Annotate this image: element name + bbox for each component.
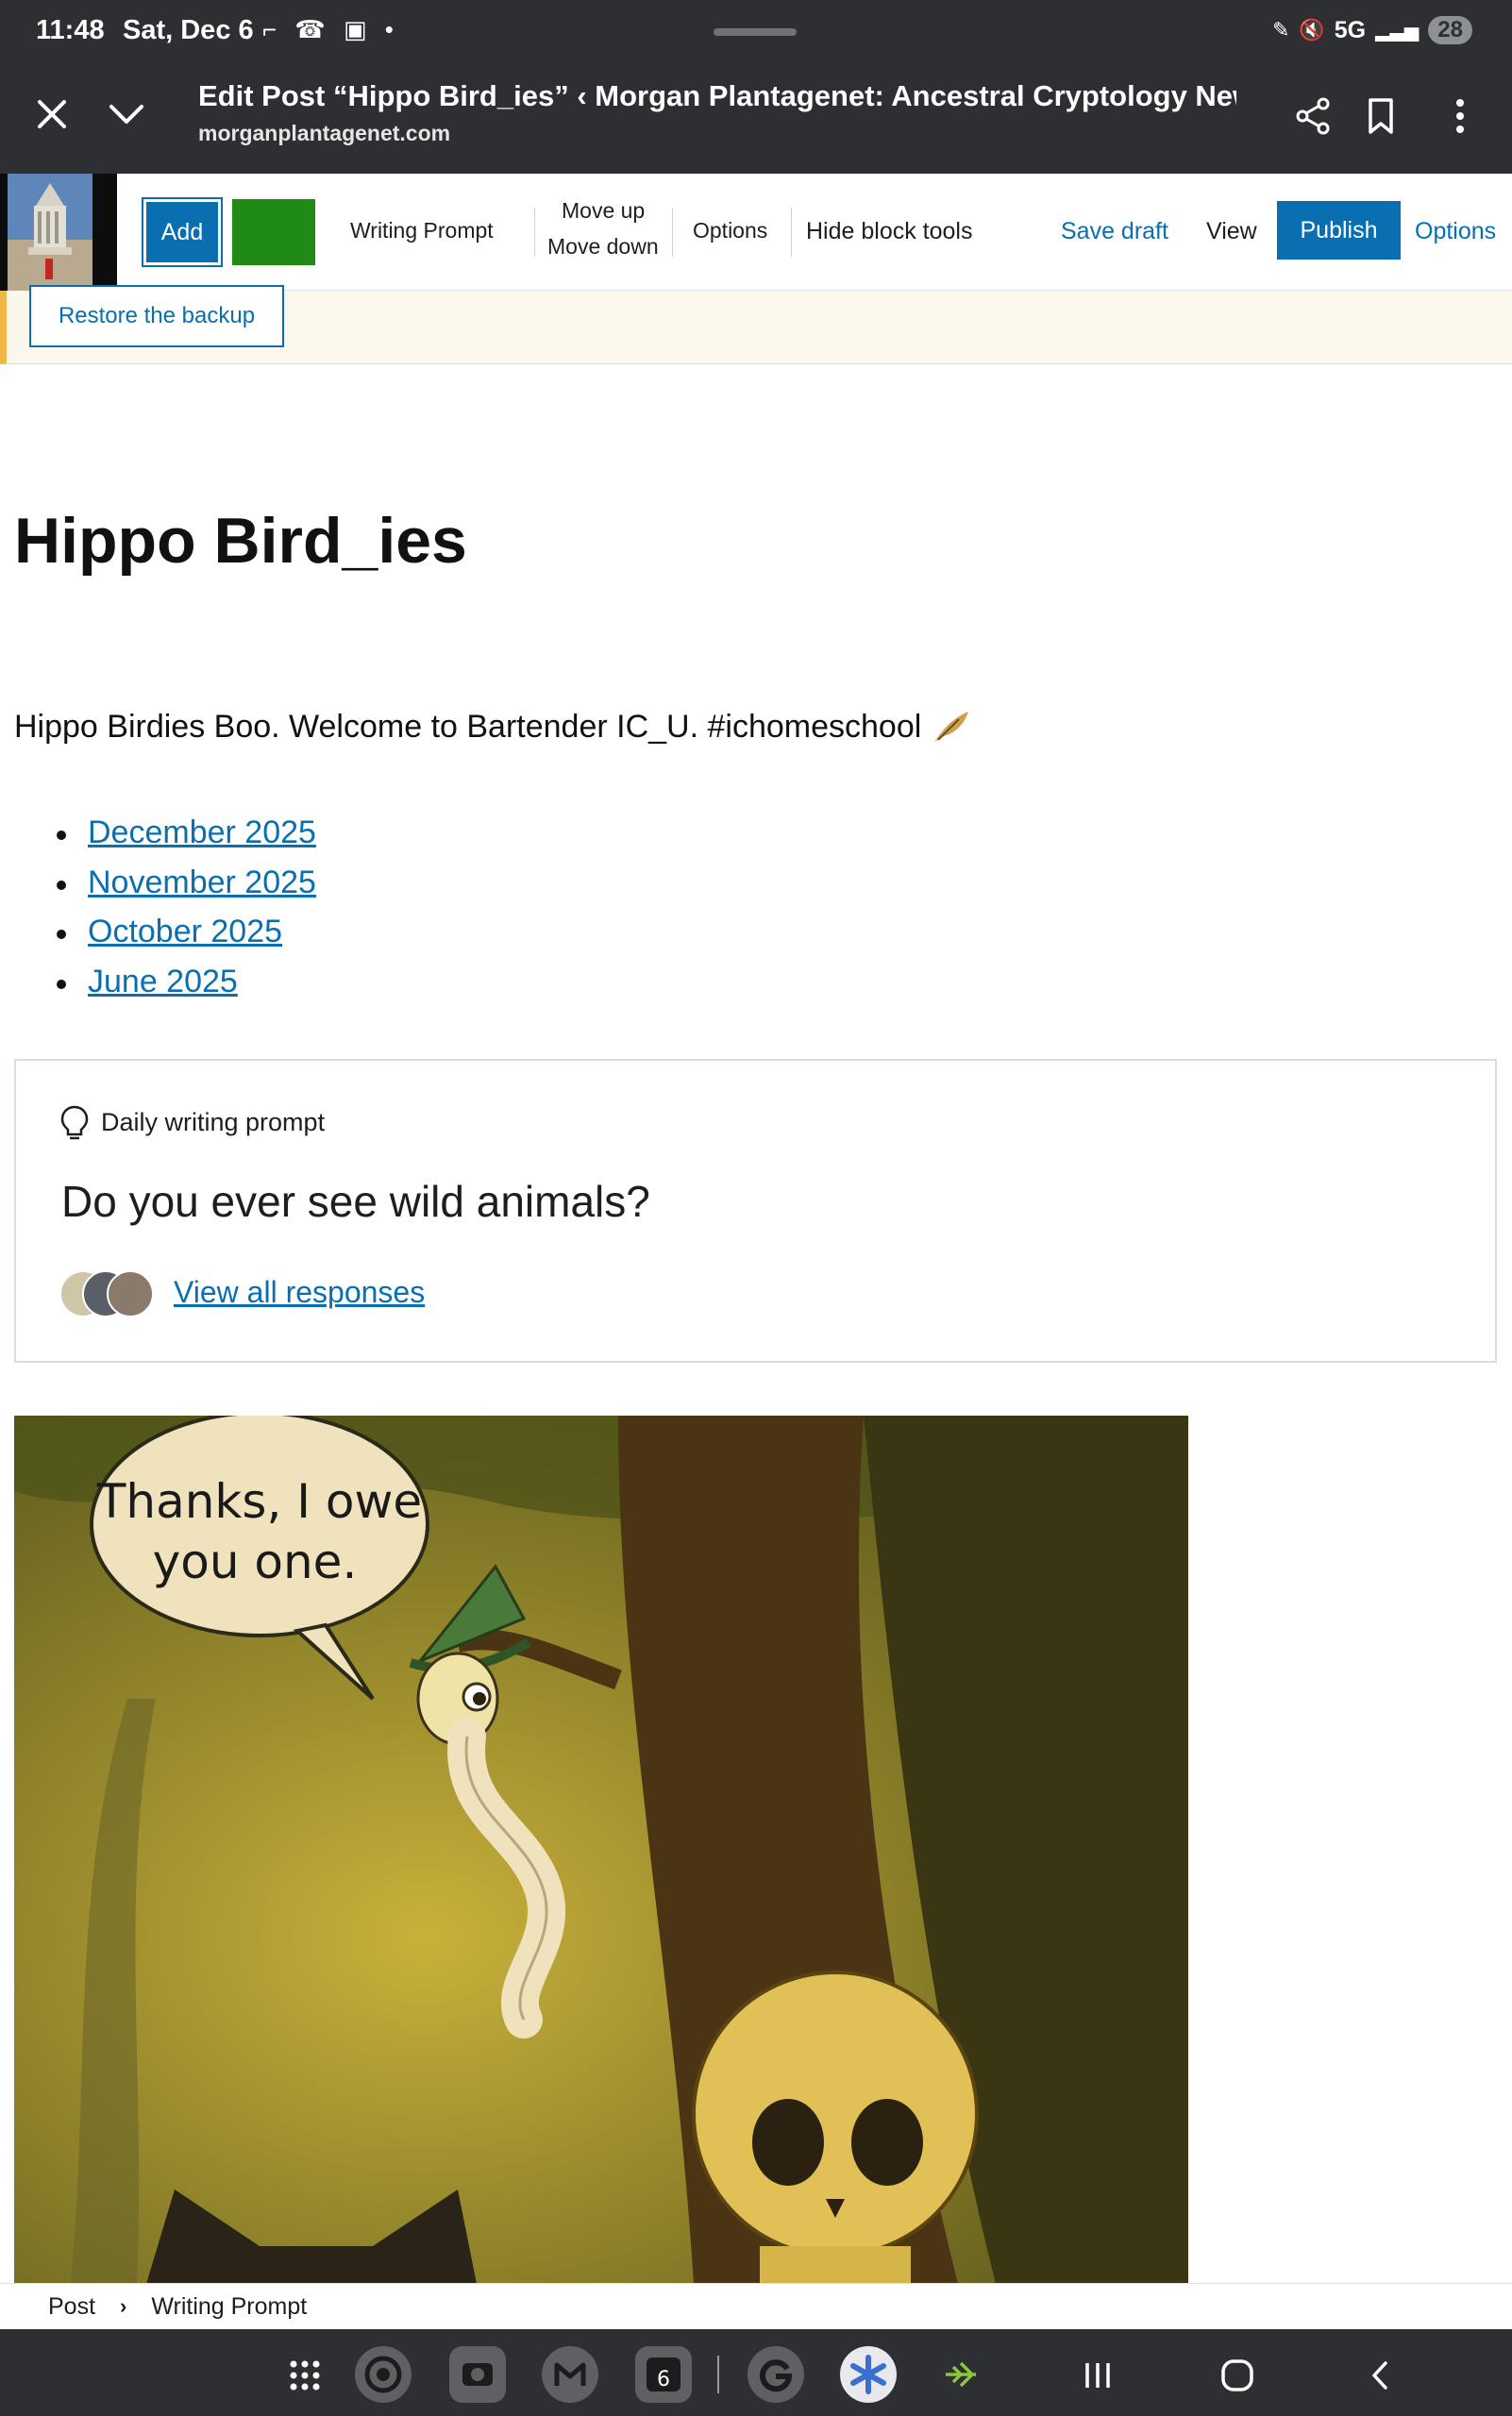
speech-text-line1: Thanks, I owe — [96, 1474, 422, 1529]
backup-notice: Restore the backup — [0, 285, 1512, 364]
list-item: June 2025 — [57, 957, 316, 1007]
save-draft-button[interactable]: Save draft — [1061, 218, 1168, 245]
drag-handle[interactable] — [714, 28, 797, 36]
mute-icon: 🔇 — [1299, 18, 1325, 42]
google-app-icon[interactable] — [748, 2346, 804, 2403]
archive-link[interactable]: December 2025 — [88, 814, 316, 850]
toolbar-divider — [534, 208, 535, 257]
system-nav-bar: 6 — [0, 2329, 1512, 2416]
page-url: morganplantagenet.com — [198, 121, 451, 145]
status-time: 11:48 — [36, 15, 105, 45]
status-right-icons: ✎ 🔇 5G ▂▃▅ 28 — [1272, 16, 1472, 44]
svg-text:6: 6 — [657, 2368, 670, 2391]
site-icon[interactable] — [0, 174, 117, 291]
camera-app-icon[interactable] — [449, 2346, 506, 2403]
bookmark-icon[interactable] — [1357, 92, 1404, 140]
lightbulb-icon — [60, 1105, 89, 1140]
prompt-question: Do you ever see wild animals? — [61, 1177, 650, 1226]
list-item: October 2025 — [57, 907, 316, 957]
share-icon[interactable] — [1289, 92, 1336, 140]
signal-icon: ▂▃▅ — [1375, 20, 1420, 42]
block-breadcrumb: Post › Writing Prompt — [0, 2283, 1512, 2329]
pen-icon: ✎ — [1271, 18, 1290, 42]
writing-prompt-block[interactable]: Daily writing prompt Do you ever see wil… — [14, 1059, 1497, 1363]
back-icon[interactable] — [1357, 2352, 1404, 2399]
browser-header: Edit Post “Hippo Bird_ies” ‹ Morgan Plan… — [0, 66, 1512, 174]
chrome-app-icon[interactable] — [355, 2346, 412, 2403]
feather-icon — [934, 712, 969, 742]
breadcrumb-item-post[interactable]: Post — [48, 2293, 95, 2321]
post-title[interactable]: Hippo Bird_ies — [14, 504, 467, 578]
publish-button[interactable]: Publish — [1277, 201, 1401, 260]
plant-app-icon[interactable] — [932, 2346, 989, 2403]
add-block-button[interactable]: Add — [142, 197, 223, 267]
speech-text-line2: you one. — [153, 1535, 358, 1589]
block-color-swatch[interactable] — [232, 199, 315, 265]
prompt-label: Daily writing prompt — [101, 1108, 326, 1136]
more-options-icon[interactable] — [1436, 92, 1484, 140]
breadcrumb-item-writing-prompt[interactable]: Writing Prompt — [151, 2293, 307, 2321]
view-button[interactable]: View — [1206, 218, 1257, 245]
block-type-label[interactable]: Writing Prompt — [350, 218, 494, 243]
paragraph-text: Hippo Birdies Boo. Welcome to Bartender … — [14, 708, 922, 745]
view-all-responses-link[interactable]: View all responses — [174, 1275, 425, 1310]
breadcrumb-separator-icon: › — [120, 2294, 127, 2318]
recent-apps-icon[interactable] — [1074, 2352, 1121, 2399]
notification-icons: ⌐ ☎ ▣ • — [262, 15, 399, 43]
assistant-app-icon[interactable] — [840, 2346, 897, 2403]
hide-block-tools-button[interactable]: Hide block tools — [806, 218, 972, 245]
network-label: 5G — [1334, 16, 1367, 43]
toolbar-divider — [791, 208, 792, 257]
toolbar-divider — [672, 208, 673, 257]
list-item: December 2025 — [57, 808, 316, 858]
options-button[interactable]: Options — [1415, 218, 1496, 245]
archive-list: December 2025 November 2025 October 2025… — [57, 808, 316, 1006]
block-options-button[interactable]: Options — [693, 218, 767, 243]
close-icon[interactable] — [28, 91, 76, 138]
home-icon[interactable] — [1214, 2352, 1261, 2399]
status-date: Sat, Dec 6 — [123, 15, 254, 45]
page-title: Edit Post “Hippo Bird_ies” ‹ Morgan Plan… — [198, 79, 1236, 112]
list-item: November 2025 — [57, 858, 316, 908]
move-up-button[interactable]: Move up — [562, 198, 645, 224]
gmail-app-icon[interactable] — [542, 2346, 598, 2403]
avatar — [107, 1270, 154, 1317]
comic-image[interactable]: Thanks, I owe you one. — [14, 1416, 1188, 2284]
archive-link[interactable]: October 2025 — [88, 914, 282, 949]
archive-link[interactable]: November 2025 — [88, 864, 316, 900]
restore-backup-button[interactable]: Restore the backup — [29, 285, 284, 347]
system-status-bar: 11:48 Sat, Dec 6 ⌐ ☎ ▣ • ✎ 🔇 5G ▂▃▅ 28 — [0, 0, 1512, 66]
chevron-down-icon[interactable] — [100, 91, 153, 138]
post-paragraph[interactable]: Hippo Birdies Boo. Welcome to Bartender … — [14, 706, 972, 747]
archive-link[interactable]: June 2025 — [88, 964, 238, 999]
responder-avatars — [59, 1270, 163, 1319]
calendar-app-icon[interactable]: 6 — [635, 2346, 692, 2403]
move-down-button[interactable]: Move down — [547, 234, 659, 260]
battery-indicator: 28 — [1428, 16, 1472, 44]
taskbar-divider — [717, 2356, 719, 2393]
app-drawer-icon[interactable] — [281, 2352, 328, 2399]
editor-toolbar: Add Writing Prompt Move up Move down Opt… — [0, 174, 1512, 291]
